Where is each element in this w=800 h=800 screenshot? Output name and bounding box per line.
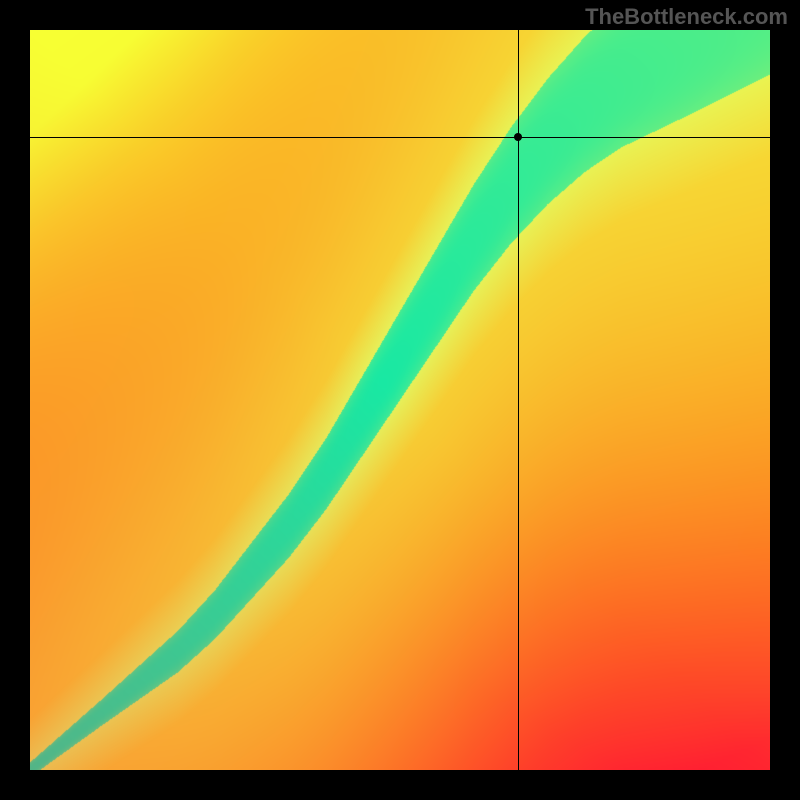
crosshair-horizontal (30, 137, 770, 138)
heatmap-canvas (30, 30, 770, 770)
selected-point-marker (514, 133, 522, 141)
watermark-text: TheBottleneck.com (585, 4, 788, 30)
heatmap-plot (30, 30, 770, 770)
crosshair-vertical (518, 30, 519, 770)
